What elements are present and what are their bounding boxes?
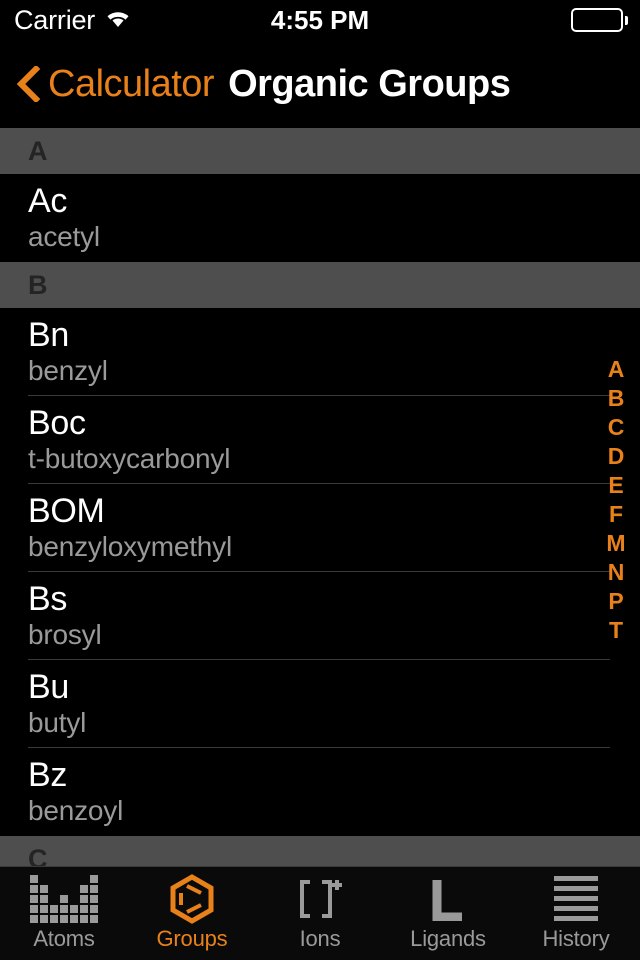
- list-item-name: t-butoxycarbonyl: [28, 443, 231, 474]
- tab-bar: Atoms Groups Ions Ligands History: [0, 866, 640, 960]
- index-letter-t[interactable]: T: [609, 616, 623, 645]
- status-bar-clock: 4:55 PM: [270, 4, 370, 35]
- list-item-abbreviation: Ac: [28, 182, 68, 220]
- tab-label: Groups: [156, 925, 228, 951]
- battery-cap-icon: [625, 15, 628, 25]
- battery-icon: [571, 8, 623, 32]
- list-item[interactable]: Ac acetyl: [0, 174, 640, 262]
- ligand-l-icon: [431, 876, 465, 922]
- tab-label: Ions: [299, 925, 341, 951]
- status-bar-right: [571, 8, 628, 32]
- list-item-abbreviation: Boc: [28, 404, 86, 442]
- status-bar: Carrier 4:55 PM: [0, 0, 640, 40]
- periodic-table-icon: [30, 874, 98, 923]
- index-letter-m[interactable]: M: [606, 529, 625, 558]
- index-letter-p[interactable]: P: [608, 587, 623, 616]
- index-letter-n[interactable]: N: [608, 558, 625, 587]
- index-letter-c[interactable]: C: [608, 413, 625, 442]
- list-item-abbreviation: Bu: [28, 668, 69, 706]
- index-letter-b[interactable]: B: [608, 384, 625, 413]
- list-item[interactable]: BOM benzyloxymethyl: [0, 484, 640, 572]
- list-item[interactable]: Bz benzoyl: [0, 748, 640, 836]
- page-title: Organic Groups: [228, 62, 511, 105]
- tab-label: Atoms: [33, 925, 95, 951]
- ion-brackets-icon: [296, 876, 344, 922]
- tab-atoms[interactable]: Atoms: [0, 867, 128, 960]
- list-item-name: benzyloxymethyl: [28, 531, 232, 562]
- groups-list[interactable]: A Ac acetyl B Bn benzyl Boc t-butoxycarbonyl BOM…: [0, 128, 640, 866]
- app-screen: Carrier 4:55 PM Calculator Organic Group: [0, 0, 640, 960]
- tab-groups[interactable]: Groups: [128, 867, 256, 960]
- list-item-abbreviation: Bn: [28, 316, 69, 354]
- section-header-label: C: [28, 843, 48, 867]
- benzene-ring-icon: [169, 873, 215, 924]
- list-item-abbreviation: Bs: [28, 580, 68, 618]
- list-item-abbreviation: BOM: [28, 492, 105, 530]
- tab-label: Ligands: [410, 925, 486, 951]
- chevron-left-icon: [16, 64, 41, 104]
- navigation-bar: Calculator Organic Groups: [0, 40, 640, 128]
- list-item-name: brosyl: [28, 619, 102, 650]
- list-item-name: butyl: [28, 707, 87, 738]
- list-item[interactable]: Bn benzyl: [0, 308, 640, 396]
- tab-ligands[interactable]: Ligands: [384, 867, 512, 960]
- tab-label: History: [542, 925, 610, 951]
- section-header-label: B: [28, 269, 48, 300]
- back-button[interactable]: Calculator: [16, 62, 215, 106]
- list-item[interactable]: Boc t-butoxycarbonyl: [0, 396, 640, 484]
- tab-history[interactable]: History: [512, 867, 640, 960]
- list-item-abbreviation: Bz: [28, 756, 68, 794]
- index-letter-a[interactable]: A: [608, 355, 625, 384]
- tab-ions[interactable]: Ions: [256, 867, 384, 960]
- list-lines-icon: [554, 876, 598, 922]
- back-button-label: Calculator: [48, 62, 215, 105]
- section-header-b: B: [0, 262, 640, 308]
- section-header-label: A: [28, 135, 48, 166]
- section-header-a: A: [0, 128, 640, 174]
- list-item-name: benzyl: [28, 355, 108, 386]
- index-letter-f[interactable]: F: [609, 500, 623, 529]
- section-header-c: C: [0, 836, 640, 866]
- section-index-bar[interactable]: ABCDEFMNPT: [600, 355, 632, 645]
- index-letter-d[interactable]: D: [608, 442, 625, 471]
- list-item[interactable]: Bs brosyl: [0, 572, 640, 660]
- list-item[interactable]: Bu butyl: [0, 660, 640, 748]
- index-letter-e[interactable]: E: [608, 471, 623, 500]
- list-item-name: benzoyl: [28, 795, 124, 826]
- list-item-name: acetyl: [28, 221, 100, 252]
